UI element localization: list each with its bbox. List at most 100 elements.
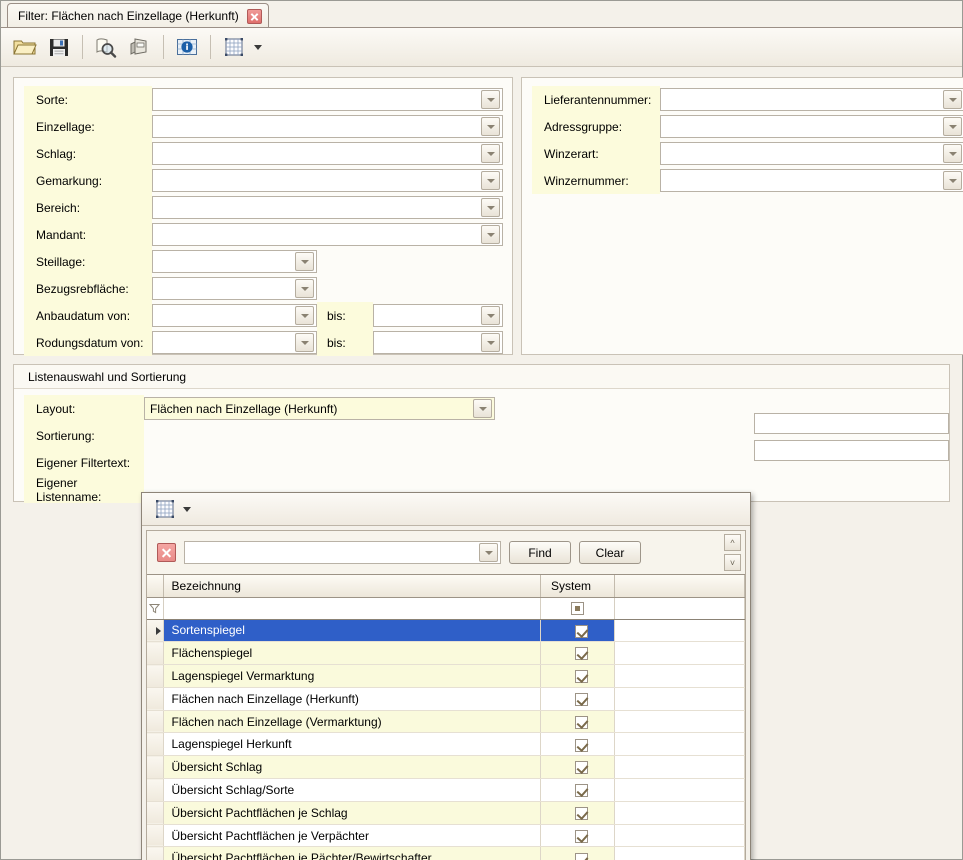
table-row[interactable]: Flächen nach Einzellage (Herkunft): [147, 687, 745, 711]
row-selector[interactable]: [147, 824, 164, 848]
combo-steillage[interactable]: [152, 250, 317, 273]
chevron-down-icon[interactable]: [943, 171, 962, 190]
row-selector[interactable]: [147, 778, 164, 802]
combo-bezugsrebflaeche[interactable]: [152, 277, 317, 300]
combo-adressgruppe[interactable]: [660, 115, 963, 138]
cell-system[interactable]: [540, 778, 615, 802]
row-selector[interactable]: [147, 619, 164, 643]
grid-layout-icon[interactable]: [218, 31, 250, 63]
table-row[interactable]: Flächenspiegel: [147, 641, 745, 666]
find-button[interactable]: Find: [509, 541, 571, 564]
chevron-down-icon[interactable]: [473, 399, 492, 418]
row-selector[interactable]: [147, 846, 164, 860]
row-selector[interactable]: [147, 641, 164, 666]
chevron-down-icon[interactable]: [481, 333, 500, 352]
floppy-save-icon[interactable]: [43, 31, 75, 63]
checkbox-checked-icon[interactable]: [575, 761, 588, 775]
scroll-down-icon[interactable]: ˅: [724, 554, 741, 571]
clear-search-x-icon[interactable]: [157, 543, 176, 562]
checkbox-checked-icon[interactable]: [575, 829, 588, 843]
printer-icon[interactable]: [124, 31, 156, 63]
combo-winzerart[interactable]: [660, 142, 963, 165]
table-row[interactable]: Übersicht Schlag/Sorte: [147, 778, 745, 802]
chevron-down-icon[interactable]: [481, 117, 500, 136]
dialog-layout-dropdown-arrow[interactable]: [181, 494, 193, 524]
row-selector[interactable]: [147, 801, 164, 825]
cell-system[interactable]: [540, 641, 615, 666]
combo-schlag[interactable]: [152, 142, 503, 165]
indeterminate-checkbox-icon[interactable]: [571, 602, 584, 616]
combo-layout[interactable]: Flächen nach Einzellage (Herkunft): [144, 397, 495, 420]
table-row[interactable]: Lagenspiegel Vermarktung: [147, 664, 745, 688]
table-row[interactable]: Sortenspiegel: [147, 619, 745, 643]
table-row[interactable]: Flächen nach Einzellage (Vermarktung): [147, 710, 745, 734]
combo-bereich[interactable]: [152, 196, 503, 219]
input-eigener-filtertext[interactable]: [754, 413, 949, 434]
chevron-down-icon[interactable]: [295, 252, 314, 271]
chevron-down-icon[interactable]: [481, 171, 500, 190]
column-header-system[interactable]: System: [540, 575, 615, 598]
chevron-down-icon[interactable]: [295, 333, 314, 352]
cell-system[interactable]: [540, 755, 615, 780]
combo-sorte[interactable]: [152, 88, 503, 111]
combo-winzernummer[interactable]: [660, 169, 963, 192]
cell-system[interactable]: [540, 710, 615, 734]
combo-anbaudatum-bis[interactable]: [373, 304, 503, 327]
chevron-down-icon[interactable]: [481, 198, 500, 217]
input-eigener-listenname[interactable]: [754, 440, 949, 461]
table-row[interactable]: Übersicht Schlag: [147, 755, 745, 780]
chevron-down-icon[interactable]: [481, 306, 500, 325]
cell-system[interactable]: [540, 687, 615, 711]
combo-rodungsdatum-bis[interactable]: [373, 331, 503, 354]
filter-input-system[interactable]: [540, 597, 615, 620]
scroll-up-icon[interactable]: ^: [724, 534, 741, 551]
grid-layout-icon[interactable]: [149, 493, 181, 525]
column-header-bezeichnung[interactable]: Bezeichnung: [163, 575, 541, 598]
cell-system[interactable]: [540, 801, 615, 825]
cell-system[interactable]: [540, 664, 615, 688]
checkbox-checked-icon[interactable]: [575, 624, 588, 638]
filter-input-bezeichnung[interactable]: [163, 597, 541, 620]
info-grid-icon[interactable]: [171, 31, 203, 63]
grid-layout-dropdown-arrow[interactable]: [252, 32, 264, 62]
combo-lieferantennummer[interactable]: [660, 88, 963, 111]
filter-funnel-icon[interactable]: [147, 597, 164, 620]
checkbox-checked-icon[interactable]: [575, 692, 588, 706]
checkbox-checked-icon[interactable]: [575, 647, 588, 661]
table-row[interactable]: Übersicht Pachtflächen je Schlag: [147, 801, 745, 825]
row-selector[interactable]: [147, 755, 164, 780]
chevron-down-icon[interactable]: [295, 279, 314, 298]
combo-rodungsdatum-von[interactable]: [152, 331, 317, 354]
checkbox-checked-icon[interactable]: [575, 852, 588, 860]
clear-button[interactable]: Clear: [579, 541, 641, 564]
table-row[interactable]: Lagenspiegel Herkunft: [147, 732, 745, 757]
close-icon[interactable]: [246, 8, 262, 24]
cell-system[interactable]: [540, 846, 615, 860]
cell-system[interactable]: [540, 619, 615, 643]
checkbox-checked-icon[interactable]: [575, 806, 588, 820]
chevron-down-icon[interactable]: [481, 225, 500, 244]
search-input[interactable]: [184, 541, 501, 564]
checkbox-checked-icon[interactable]: [575, 738, 588, 752]
table-row[interactable]: Übersicht Pachtflächen je Verpächter: [147, 824, 745, 848]
combo-mandant[interactable]: [152, 223, 503, 246]
print-preview-icon[interactable]: [90, 31, 122, 63]
row-selector[interactable]: [147, 687, 164, 711]
table-row[interactable]: Übersicht Pachtflächen je Pächter/Bewirt…: [147, 846, 745, 860]
checkbox-checked-icon[interactable]: [575, 670, 588, 684]
checkbox-checked-icon[interactable]: [575, 784, 588, 798]
combo-anbaudatum-von[interactable]: [152, 304, 317, 327]
tab-filter-flaechen[interactable]: Filter: Flächen nach Einzellage (Herkunf…: [7, 3, 269, 28]
cell-system[interactable]: [540, 732, 615, 757]
checkbox-checked-icon[interactable]: [575, 715, 588, 729]
row-selector[interactable]: [147, 710, 164, 734]
combo-einzellage[interactable]: [152, 115, 503, 138]
row-selector[interactable]: [147, 664, 164, 688]
combo-gemarkung[interactable]: [152, 169, 503, 192]
chevron-down-icon[interactable]: [943, 144, 962, 163]
chevron-down-icon[interactable]: [479, 543, 498, 562]
cell-system[interactable]: [540, 824, 615, 848]
chevron-down-icon[interactable]: [943, 90, 962, 109]
chevron-down-icon[interactable]: [943, 117, 962, 136]
row-selector[interactable]: [147, 732, 164, 757]
